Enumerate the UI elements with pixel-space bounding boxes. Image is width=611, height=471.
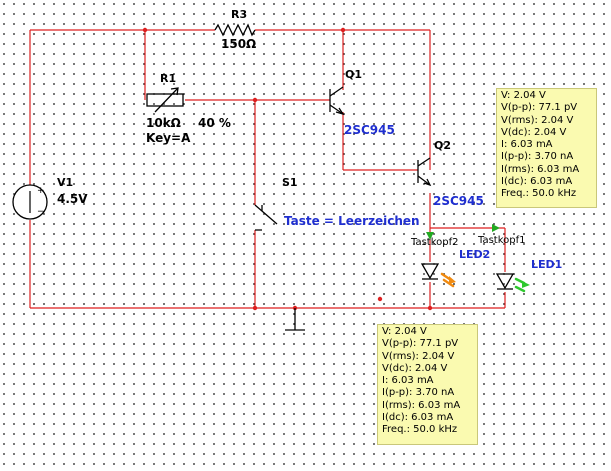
junction-dot: [340, 27, 346, 33]
junction-dot: [142, 27, 148, 33]
s1-switch[interactable]: [254, 204, 278, 231]
r1-wiper-arrow: [154, 87, 179, 113]
led1[interactable]: [495, 273, 530, 293]
q1-model: 2SC945: [344, 123, 395, 137]
r3-name: R3: [231, 8, 247, 21]
plus-icon: +: [37, 186, 45, 196]
circuit-schematic: R3 150Ω R1 10kΩ 40 % Key=A + − V1 4.5V S…: [12, 8, 562, 331]
measurement-line: V: 2.04 V: [382, 326, 427, 337]
junction-dot: [427, 305, 433, 311]
measurement-line: V(rms): 2.04 V: [501, 114, 574, 126]
junctions: [142, 27, 433, 311]
measurement-line: I(p-p): 3.70 nA: [382, 387, 455, 399]
wires: [29, 29, 506, 309]
r3-value: 150Ω: [221, 37, 256, 51]
q2-model: 2SC945: [433, 194, 484, 208]
measurement-line: I: 6.03 mA: [382, 375, 434, 387]
r3-resistor[interactable]: [214, 23, 256, 37]
measurement-line: V(p-p): 77.1 pV: [501, 102, 578, 114]
measurement-line: I(p-p): 3.70 nA: [501, 151, 574, 163]
probe-tastkopf1[interactable]: [492, 224, 500, 232]
measurement-line: V: 2.04 V: [501, 90, 546, 101]
q2-transistor[interactable]: [417, 157, 432, 187]
s1-name: S1: [282, 176, 298, 189]
r1-percent: 40 %: [198, 116, 231, 130]
led1-name: LED1: [531, 258, 562, 271]
measurement-line: I(rms): 6.03 mA: [501, 163, 580, 175]
v1-battery[interactable]: + −: [12, 184, 48, 220]
measurement-line: V(p-p): 77.1 pV: [382, 338, 459, 350]
measurement-line: V(dc): 2.04 V: [501, 126, 567, 138]
tastkopf1-label: Tastkopf1: [477, 235, 526, 246]
measurement-line: Freq.: 50.0 kHz: [382, 424, 458, 436]
v1-name: V1: [57, 176, 73, 189]
q1-collector-lead: [329, 86, 344, 97]
junction-dot: [377, 296, 383, 302]
s1-key-label: Taste = Leerzeichen: [284, 214, 420, 228]
led2[interactable]: [420, 263, 456, 288]
minus-icon: −: [37, 207, 45, 217]
measurement-box-bottom: V: 2.04 V V(p-p): 77.1 pV V(rms): 2.04 V V(…: [377, 324, 478, 445]
led2-triangle: [420, 263, 440, 280]
ground-icon: [285, 308, 305, 331]
probe-marker-icon: [492, 224, 500, 232]
r1-body: [146, 93, 184, 107]
q1-name: Q1: [345, 68, 362, 81]
junction-dot: [252, 97, 258, 103]
led2-name: LED2: [459, 248, 490, 261]
measurement-box-top: V: 2.04 V V(p-p): 77.1 pV V(rms): 2.04 V V(…: [496, 88, 597, 208]
measurement-line: I(dc): 6.03 mA: [382, 412, 454, 424]
led1-arrowhead: [522, 281, 530, 288]
measurement-line: I(dc): 6.03 mA: [501, 176, 573, 188]
tastkopf2-label: Tastkopf2: [410, 237, 459, 248]
q1-transistor[interactable]: [329, 86, 345, 116]
measurement-line: V(dc): 2.04 V: [382, 362, 448, 374]
measurement-line: I(rms): 6.03 mA: [382, 399, 461, 411]
measurement-line: Freq.: 50.0 kHz: [501, 188, 577, 200]
measurement-line: I: 6.03 mA: [501, 139, 553, 151]
r3-zigzag: [214, 23, 256, 37]
led1-triangle: [495, 273, 515, 290]
measurement-line: V(rms): 2.04 V: [382, 350, 455, 362]
s1-lever: [254, 204, 278, 225]
junction-dot: [252, 305, 258, 311]
v1-value: 4.5V: [57, 192, 88, 206]
r1-key: Key=A: [146, 131, 191, 145]
q2-collector-lead: [417, 157, 431, 167]
r1-potentiometer[interactable]: [146, 87, 184, 113]
r1-value: 10kΩ: [146, 116, 181, 130]
led2-arrowhead: [449, 276, 456, 284]
q2-name: Q2: [434, 139, 451, 152]
r1-name: R1: [160, 72, 176, 85]
